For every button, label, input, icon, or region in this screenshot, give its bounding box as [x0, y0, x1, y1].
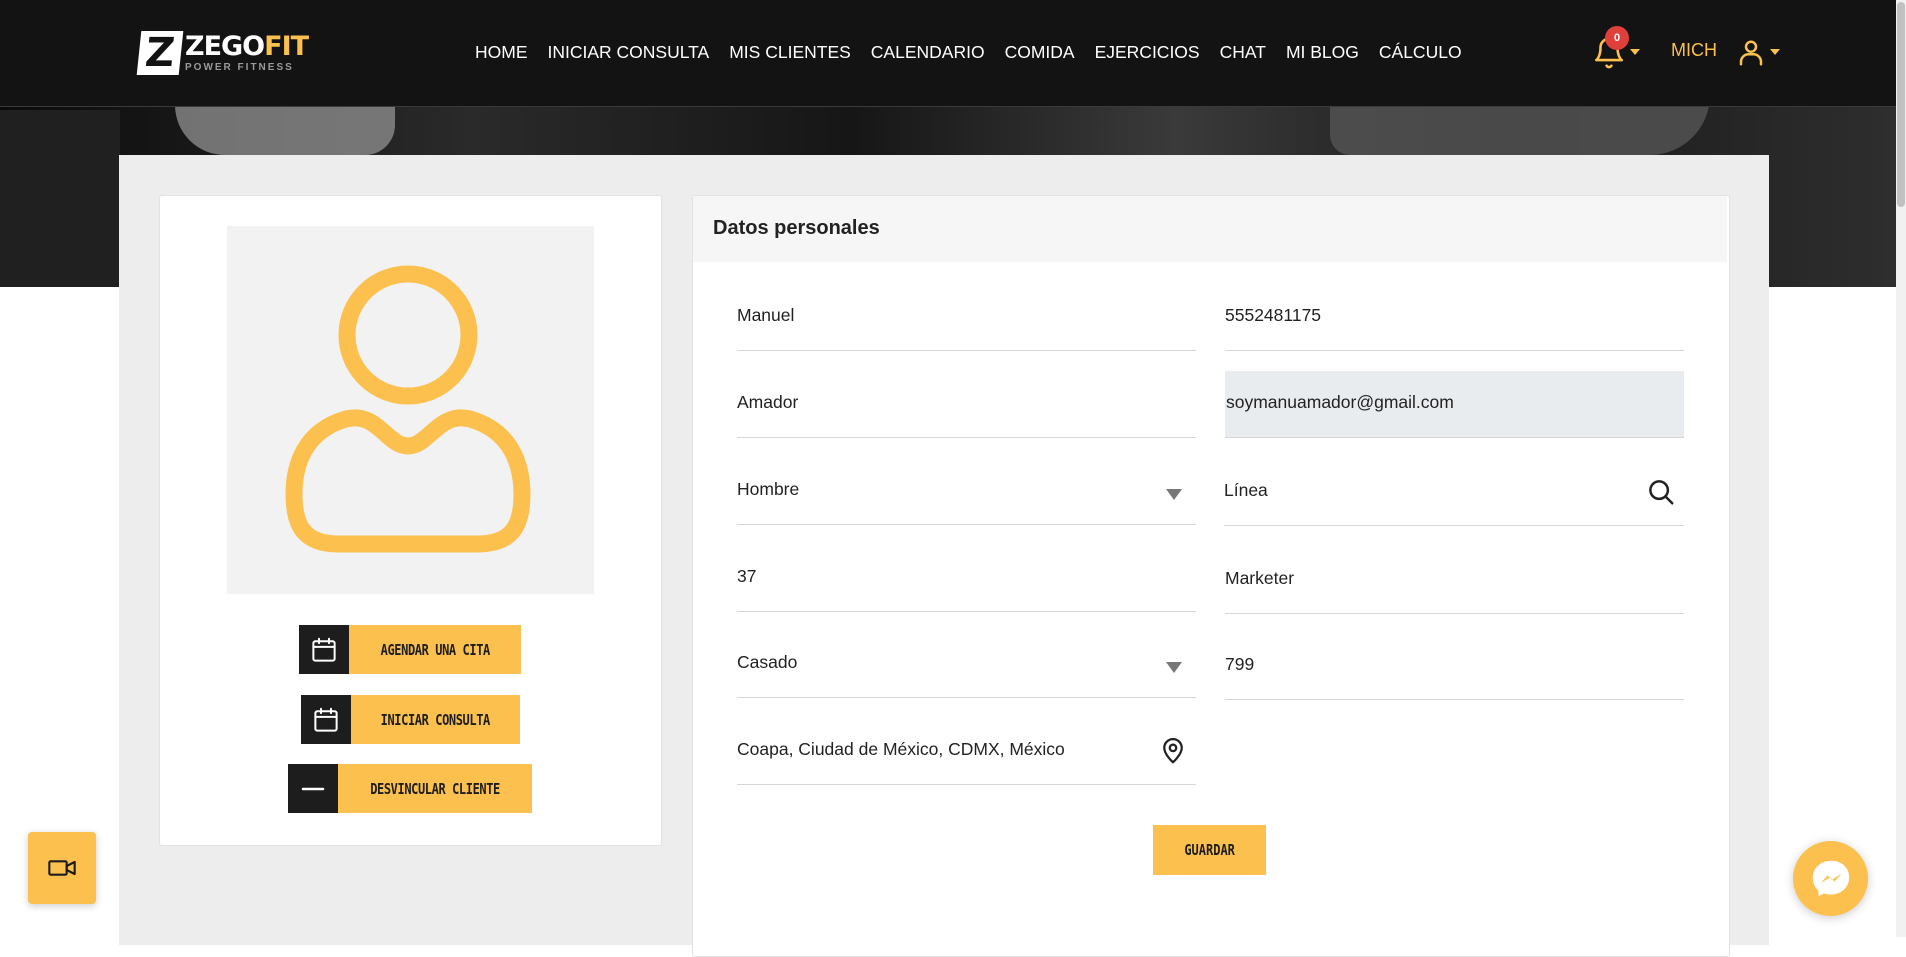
video-call-button[interactable] — [28, 832, 96, 904]
save-button[interactable]: GUARDAR — [1153, 825, 1266, 875]
video-camera-icon — [48, 860, 76, 876]
chevron-down-icon[interactable] — [1630, 49, 1640, 55]
avatar — [227, 226, 594, 594]
page-scrollbar[interactable] — [1896, 0, 1906, 937]
user-outline-icon — [285, 265, 531, 553]
desvincular-cliente-button[interactable]: DESVINCULAR CLIENTE — [288, 764, 532, 813]
notification-badge: 0 — [1605, 26, 1629, 50]
first-name-value: Manuel — [737, 305, 795, 325]
line-search-field[interactable]: Línea — [1224, 459, 1684, 526]
nav-comida[interactable]: COMIDA — [995, 40, 1085, 65]
gender-select[interactable]: Hombre — [737, 458, 1196, 525]
nav-ejercicios[interactable]: EJERCICIOS — [1085, 40, 1210, 65]
main-nav: HOME INICIAR CONSULTA MIS CLIENTES CALEN… — [475, 40, 1472, 65]
logo-word-accent: FIT — [264, 31, 309, 62]
code-field[interactable]: 799 — [1225, 633, 1684, 700]
card-title: Datos personales — [713, 217, 880, 239]
occupation-value: Marketer — [1225, 568, 1295, 588]
dropdown-arrow-icon — [1166, 662, 1182, 673]
occupation-field[interactable]: Marketer — [1225, 547, 1684, 614]
last-name-value: Amador — [737, 392, 799, 412]
user-icon[interactable] — [1736, 38, 1766, 68]
nav-mi-blog[interactable]: MI BLOG — [1276, 40, 1369, 65]
messenger-chat-button[interactable] — [1793, 841, 1868, 916]
agendar-cita-label: AGENDAR UNA CITA — [349, 625, 521, 674]
search-icon[interactable] — [1646, 477, 1676, 507]
nav-calendario[interactable]: CALENDARIO — [861, 40, 995, 65]
minus-icon — [288, 764, 338, 813]
logo-text: ZEGOFIT POWER FITNESS — [185, 31, 309, 74]
brand-logo[interactable]: Z ZEGOFIT POWER FITNESS — [136, 29, 309, 77]
logo-word: ZEGOFIT — [185, 31, 309, 62]
iniciar-consulta-button[interactable]: INICIAR CONSULTA — [301, 695, 520, 744]
calendar-icon — [299, 625, 349, 674]
user-name[interactable]: MICH — [1671, 40, 1717, 61]
chevron-down-icon[interactable] — [1770, 49, 1780, 55]
logo-tagline: POWER FITNESS — [185, 62, 294, 73]
last-name-field[interactable]: Amador — [737, 371, 1196, 438]
line-value: Línea — [1224, 480, 1268, 500]
email-value: soymanuamador@gmail.com — [1226, 392, 1454, 412]
location-field[interactable]: Coapa, Ciudad de México, CDMX, México — [737, 718, 1196, 785]
phone-field[interactable]: 5552481175 — [1225, 284, 1684, 351]
map-pin-icon[interactable] — [1158, 736, 1188, 766]
scrollbar-thumb[interactable] — [1897, 2, 1905, 207]
first-name-field[interactable]: Manuel — [737, 284, 1196, 351]
nav-iniciar-consulta[interactable]: INICIAR CONSULTA — [538, 40, 720, 65]
iniciar-consulta-label: INICIAR CONSULTA — [351, 695, 520, 744]
calendar-icon — [301, 695, 351, 744]
agendar-cita-button[interactable]: AGENDAR UNA CITA — [299, 625, 521, 674]
logo-mark: Z — [136, 30, 184, 76]
age-field[interactable]: 37 — [737, 545, 1196, 612]
location-value: Coapa, Ciudad de México, CDMX, México — [737, 739, 1065, 759]
marital-status-select[interactable]: Casado — [737, 631, 1196, 698]
marital-status-value: Casado — [737, 652, 798, 672]
phone-value: 5552481175 — [1225, 305, 1322, 325]
nav-chat[interactable]: CHAT — [1210, 40, 1276, 65]
age-value: 37 — [737, 566, 757, 586]
gender-value: Hombre — [737, 479, 800, 499]
messenger-icon — [1812, 860, 1849, 896]
logo-word-part: ZEGO — [185, 31, 265, 62]
nav-mis-clientes[interactable]: MIS CLIENTES — [719, 40, 861, 65]
dropdown-arrow-icon — [1166, 489, 1182, 500]
hero-shape — [0, 110, 120, 287]
desvincular-cliente-label: DESVINCULAR CLIENTE — [338, 764, 532, 813]
top-navbar: Z ZEGOFIT POWER FITNESS HOME INICIAR CON… — [0, 0, 1896, 107]
nav-home[interactable]: HOME — [475, 40, 538, 65]
nav-calculo[interactable]: CÁLCULO — [1369, 40, 1472, 65]
code-value: 799 — [1225, 654, 1255, 674]
email-field[interactable]: soymanuamador@gmail.com — [1225, 371, 1684, 438]
